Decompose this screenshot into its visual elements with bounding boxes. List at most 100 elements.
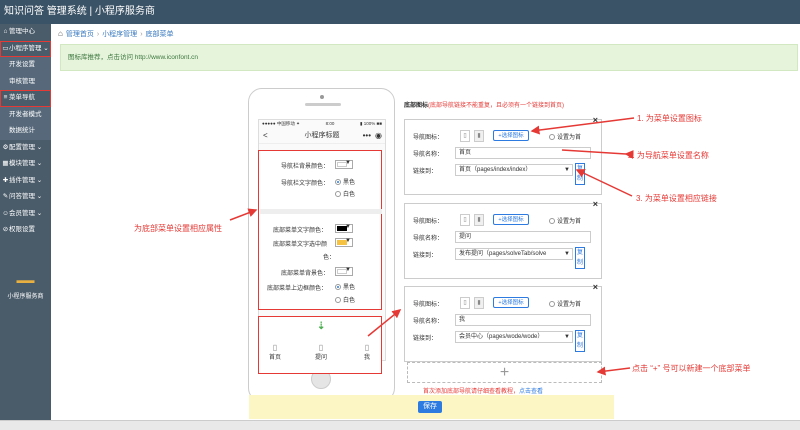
bottom-icons-header: 底部图标(底部导航链接不能重复，且必须有一个链接到首页) [404,100,604,111]
breadcrumb-miniapp[interactable]: 小程序管理 [102,31,137,38]
carrier-label: ●●●●● 中国移动 ✦ [262,121,300,126]
sidebar-item-stats[interactable]: 数据统计 [0,123,51,140]
tabbar-item-label: 提问 [314,355,327,361]
sidebar-item-plugins[interactable]: ✚插件管理 ⌄ [0,173,51,190]
sidebar-item-miniapp[interactable]: ▭小程序管理 ⌄ [0,40,51,58]
copy-button[interactable]: 复制 [575,247,585,269]
name-label: 导航名称： [413,236,444,242]
brand-name: 小程序服务商 [7,293,44,300]
back-icon: < [263,131,268,140]
radio-label: 黑色 [343,285,356,291]
radio-dot [549,134,555,141]
nav-name-input[interactable]: 我 [455,314,591,326]
nav-name-input[interactable]: 首页 [455,147,591,159]
section-note: (底部导航链接不能重复，且必须有一个链接到首页) [428,103,565,109]
radio-label: 设置为首 [557,302,582,308]
breadcrumb-home[interactable]: 管理首页 [66,31,94,38]
sidebar-item-dev-settings[interactable]: 开发设置 [0,57,51,74]
nav-text-white-radio[interactable]: 白色 [335,189,355,198]
close-icon[interactable]: × [593,282,598,292]
page-icon: ▯ [318,343,324,352]
page-active-icon: ▮ [474,297,484,309]
nav-link-select[interactable]: 首页（pages/index/index） ▼ [455,164,573,176]
copy-button[interactable]: 复制 [575,163,585,185]
tabbar-item-label: 我 [363,355,370,361]
close-icon[interactable]: × [593,199,598,209]
sidebar-item-dashboard[interactable]: ⌂ 管理中心 [0,24,51,41]
menu-bg-label: 底部菜单背景色： [281,271,330,277]
iconfont-notice[interactable]: 图标库推荐，点击访问 http://www.iconfont.cn [60,44,798,71]
sidebar-item-menu-nav[interactable]: ≡ 菜单导航 [0,90,51,107]
menu-text-color-picker[interactable]: ▼ [335,224,353,233]
sidebar-item-permissions[interactable]: ⊘权限设置 [0,222,51,239]
close-icon[interactable]: × [593,115,598,125]
menu-text-active-label-cont: 色： [323,255,336,261]
sidebar-item-modules[interactable]: ▦模块管理 ⌄ [0,156,51,173]
tabbar-preview: ⇣ ▯ 首页 ▯ 提问 ▯ 我 [258,316,382,374]
copy-button[interactable]: 复制 [575,330,585,352]
phone-title: 小程序标题 [304,132,340,139]
sidebar-item-label: 菜单导航 [9,94,35,101]
radio-label: 白色 [343,192,356,198]
phone-speaker [305,103,341,106]
menu-border-white-radio[interactable]: 白色 [335,295,355,304]
nav-bg-color-picker[interactable]: ▼ [335,160,353,169]
radio-label: 黑色 [343,180,356,186]
link-label: 链接到： [413,169,438,175]
save-button[interactable]: 保存 [418,401,442,413]
set-home-radio[interactable]: 设置为首 [549,132,581,141]
link-label: 链接到： [413,253,438,259]
menu-border-label: 底部菜单上边框颜色： [267,286,328,292]
nav-link-select[interactable]: 发布提问（pages/solveTab/solve ▼ [455,248,573,260]
sidebar-item-config[interactable]: ⚙配置管理 ⌄ [0,140,51,157]
add-menu-button[interactable]: + [407,362,602,383]
sidebar-item-dev-mode[interactable]: 开发者模式 [0,106,51,123]
menu-text-active-color-picker[interactable]: ▼ [335,238,353,247]
menu-text-label: 底部菜单文字颜色： [273,228,328,234]
tabbar-item-ask[interactable]: ▯ 提问 [309,343,333,361]
select-icon-button[interactable]: +选择图标 [493,130,529,141]
sidebar-item-qa[interactable]: ✎问答管理 ⌄ [0,189,51,206]
icon-label: 导航图标： [413,135,444,141]
qa-icon: ✎ [2,193,9,200]
battery-label: ▮ 100% ■■ [360,121,382,126]
bottom-bar [0,420,800,430]
set-home-radio[interactable]: 设置为首 [549,216,581,225]
select-icon-button[interactable]: +选择图标 [493,297,529,308]
sidebar-item-members[interactable]: ☺会员管理 ⌄ [0,206,51,223]
tabbar-item-home[interactable]: ▯ 首页 [263,343,287,361]
radio-label: 设置为首 [557,135,582,141]
page-icon: ▯ [364,343,370,352]
radio-label: 设置为首 [557,219,582,225]
nav-name-input[interactable]: 提问 [455,231,591,243]
page-icon: ▯ [460,297,470,309]
select-icon-button[interactable]: +选择图标 [493,214,529,225]
icon-label: 导航图标： [413,219,444,225]
save-bar: 保存 [249,395,614,419]
nav-item-card: × 导航图标： ▯ ▮ +选择图标 设置为首 导航名称： 提问 链接到： 发布提问… [404,199,602,279]
set-home-radio[interactable]: 设置为首 [549,299,581,308]
status-time: 8:00 [325,121,335,126]
tutorial-tip: 首次添加底部导航请仔细查看教程，点击查看 [423,386,543,395]
divider [260,209,382,214]
sidebar-item-label: 开发者模式 [9,110,42,118]
page-icon: ▯ [460,214,470,226]
monitor-icon: ▭ [2,44,9,52]
nav-text-black-radio[interactable]: 黑色 [335,177,355,186]
more-icon: ••• [362,131,371,140]
sidebar-item-label: 插件管理 ⌄ [9,176,43,184]
annotation-set-attributes: 为底部菜单设置相应属性 [134,224,222,233]
phone-camera [320,95,324,99]
arrow-down-icon: ⇣ [317,321,326,332]
app-title-bar: 知识问答 管理系统 | 小程序服务商 [0,0,800,24]
menu-bg-color-picker[interactable]: ▼ [335,267,353,276]
menu-border-black-radio[interactable]: 黑色 [335,282,355,291]
nav-link-select[interactable]: 会员中心（pages/wode/wode） ▼ [455,331,573,343]
nav-item-card: × 导航图标： ▯ ▮ +选择图标 设置为首 导航名称： 我 链接到： 会员中心（… [404,282,602,362]
chevron-down-icon: ▼ [564,167,570,173]
tabbar-item-me[interactable]: ▯ 我 [355,343,379,361]
home-icon: ⌂ [3,28,8,35]
sidebar-item-review[interactable]: 审核管理 [0,73,51,90]
app-title: 知识问答 管理系统 | 小程序服务商 [4,6,155,17]
select-value: 会员中心（pages/wode/wode） [459,334,544,340]
